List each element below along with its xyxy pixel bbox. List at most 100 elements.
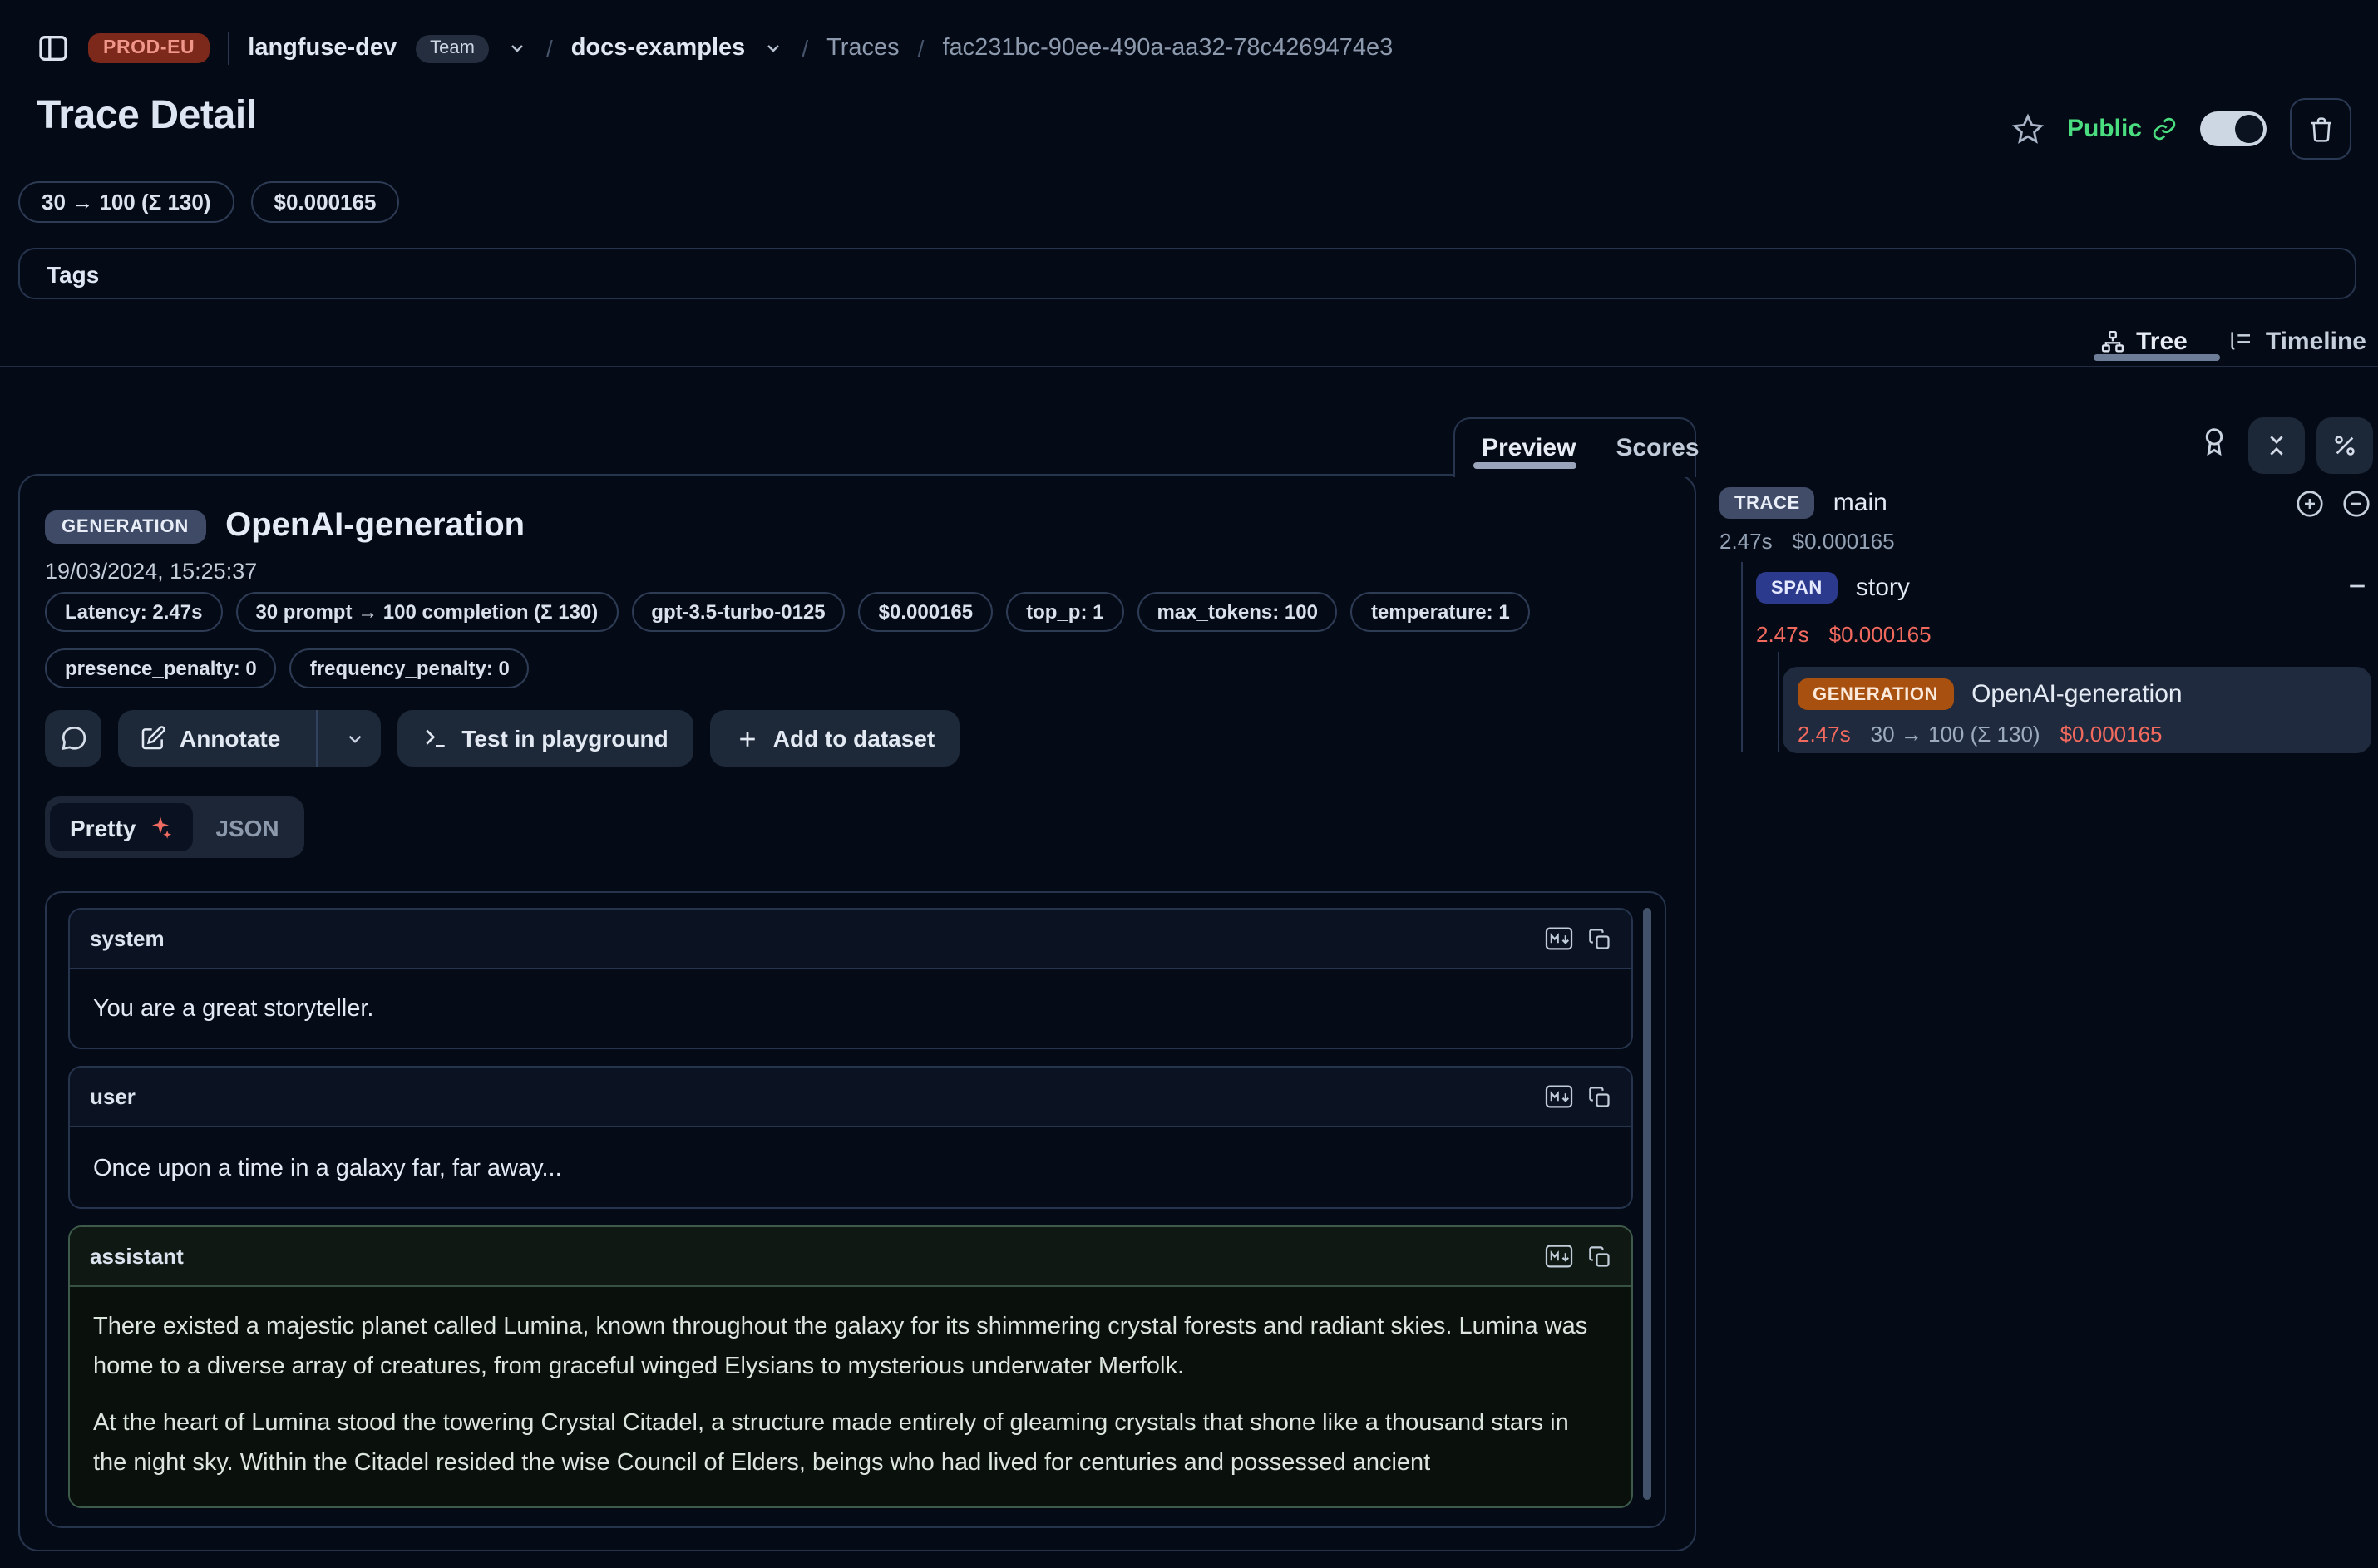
public-label: Public (2067, 115, 2142, 143)
project-chevron-down-icon[interactable] (763, 38, 783, 58)
generation-name: OpenAI-generation (1971, 680, 2183, 708)
markdown-toggle-icon[interactable] (1545, 926, 1573, 951)
tab-preview[interactable]: Preview (1482, 434, 1576, 462)
tree-connector-line (1741, 562, 1743, 752)
tags-label: Tags (47, 260, 99, 287)
tags-container[interactable]: Tags (18, 248, 2356, 299)
public-toggle[interactable] (2200, 111, 2267, 146)
copy-icon[interactable] (1588, 1085, 1611, 1108)
breadcrumb-divider (228, 32, 229, 65)
model-pill[interactable]: gpt-3.5-turbo-0125 (631, 592, 845, 632)
tree-icon (2099, 328, 2124, 353)
timeline-icon (2228, 328, 2254, 354)
generation-params-row1: Latency: 2.47s 30 prompt → 100 completio… (45, 592, 1530, 632)
terminal-icon (422, 725, 448, 752)
tab-scores[interactable]: Scores (1616, 434, 1699, 462)
sparkles-icon (147, 815, 172, 840)
project-name[interactable]: docs-examples (571, 35, 746, 62)
format-json-option[interactable]: JSON (195, 814, 298, 841)
annotate-split-button: Annotate (118, 710, 380, 767)
generation-tokens: 30 → 100 (Σ 130) (1871, 722, 2040, 747)
tree-node-generation[interactable]: GENERATION OpenAI-generation (1798, 678, 2183, 710)
message-role: assistant (90, 1244, 184, 1269)
annotate-dropdown[interactable] (330, 710, 380, 767)
tab-tree-active-indicator (2094, 354, 2220, 361)
public-link-icon[interactable] (2152, 116, 2177, 141)
toggle-knob (2235, 115, 2263, 143)
copy-icon[interactable] (1588, 1245, 1611, 1268)
award-icon[interactable] (2198, 426, 2230, 457)
breadcrumb-separator: / (546, 35, 553, 62)
org-name[interactable]: langfuse-dev (248, 35, 397, 62)
collapse-node-icon[interactable] (2345, 574, 2370, 599)
playground-label: Test in playground (461, 725, 668, 752)
pretty-label: Pretty (70, 814, 136, 841)
message-role: system (90, 926, 165, 951)
button-divider (315, 710, 317, 767)
collapse-vertical-button[interactable] (2248, 417, 2305, 474)
format-toggle: Pretty JSON (45, 796, 304, 858)
plus-icon (735, 726, 760, 751)
generation-metrics: 2.47s 30 → 100 (Σ 130) $0.000165 (1798, 722, 2163, 747)
trace-metrics: 2.47s $0.000165 (1719, 529, 1895, 554)
environment-badge: PROD-EU (88, 33, 210, 63)
frequency-penalty-pill[interactable]: frequency_penalty: 0 (290, 648, 530, 688)
span-cost: $0.000165 (1829, 622, 1932, 647)
comment-button[interactable] (45, 710, 101, 767)
test-in-playground-button[interactable]: Test in playground (397, 710, 693, 767)
org-chevron-down-icon[interactable] (508, 38, 528, 58)
tree-node-span[interactable]: SPAN story (1756, 572, 1910, 604)
temperature-pill[interactable]: temperature: 1 (1351, 592, 1530, 632)
top-p-pill[interactable]: top_p: 1 (1006, 592, 1123, 632)
tab-timeline-label: Timeline (2266, 327, 2366, 355)
message-content: Once upon a time in a galaxy far, far aw… (70, 1127, 1631, 1209)
percent-view-button[interactable] (2316, 417, 2373, 474)
latency-pill[interactable]: Latency: 2.47s (45, 592, 222, 632)
message-system: system You are a great storyteller. (68, 908, 1633, 1049)
cost-pill[interactable]: $0.000165 (251, 181, 400, 223)
tab-tree[interactable]: Tree (2099, 327, 2188, 355)
trace-summary: 30 → 100 (Σ 130) $0.000165 (18, 181, 399, 223)
generation-latency: 2.47s (1798, 722, 1851, 747)
span-name: story (1856, 574, 1910, 602)
tab-timeline[interactable]: Timeline (2228, 327, 2366, 355)
annotate-button[interactable]: Annotate (118, 710, 302, 767)
generation-header: GENERATION OpenAI-generation (45, 507, 525, 545)
messages-scrollbar[interactable] (1643, 908, 1651, 1500)
header-actions: Public (2012, 98, 2351, 160)
copy-icon[interactable] (1588, 927, 1611, 950)
sidebar-toggle-icon[interactable] (37, 32, 70, 65)
markdown-toggle-icon[interactable] (1545, 1084, 1573, 1109)
add-to-dataset-button[interactable]: Add to dataset (710, 710, 960, 767)
message-assistant: assistant There existed a majestic plane… (68, 1225, 1633, 1508)
expand-all-icon[interactable] (2295, 489, 2325, 519)
edit-icon (140, 725, 166, 752)
observation-type-badge: GENERATION (45, 510, 205, 543)
breadcrumb: PROD-EU langfuse-dev Team / docs-example… (37, 27, 1393, 70)
cost-pill[interactable]: $0.000165 (859, 592, 993, 632)
token-usage-pill[interactable]: 30 → 100 (Σ 130) (18, 181, 234, 223)
delete-trace-button[interactable] (2290, 98, 2351, 160)
tab-tree-label: Tree (2136, 327, 2188, 355)
assistant-paragraph-1: There existed a majestic planet called L… (93, 1307, 1608, 1387)
generation-badge: GENERATION (1798, 678, 1953, 710)
span-badge: SPAN (1756, 572, 1838, 604)
collapse-all-icon[interactable] (2341, 489, 2371, 519)
add-to-dataset-label: Add to dataset (773, 725, 935, 752)
markdown-toggle-icon[interactable] (1545, 1244, 1573, 1269)
tabs-divider-line (0, 366, 2378, 367)
generation-params-row2: presence_penalty: 0 frequency_penalty: 0 (45, 648, 530, 688)
annotate-label: Annotate (180, 725, 280, 752)
percent-icon (2331, 432, 2358, 459)
breadcrumb-traces-link[interactable]: Traces (826, 35, 900, 62)
tree-connector-line (1778, 652, 1779, 752)
format-pretty-option[interactable]: Pretty (50, 803, 192, 851)
message-role: user (90, 1084, 136, 1109)
max-tokens-pill[interactable]: max_tokens: 100 (1137, 592, 1337, 632)
star-icon[interactable] (2012, 113, 2044, 145)
tree-node-trace[interactable]: TRACE main (1719, 487, 1887, 519)
trace-latency: 2.47s (1719, 529, 1773, 554)
presence-penalty-pill[interactable]: presence_penalty: 0 (45, 648, 277, 688)
generation-cost: $0.000165 (2060, 722, 2163, 747)
token-pill[interactable]: 30 prompt → 100 completion (Σ 130) (235, 592, 618, 632)
